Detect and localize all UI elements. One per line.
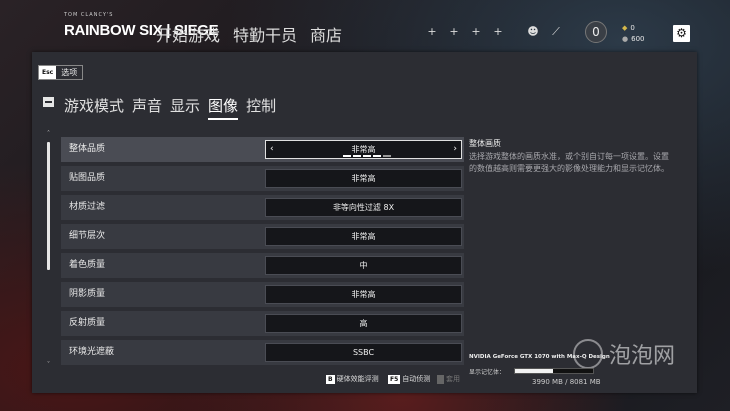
vram-usage-bar: [514, 368, 594, 374]
apply-label: 套用: [446, 375, 460, 383]
logo-subtitle: TOM CLANCY'S: [64, 12, 114, 18]
setting-value[interactable]: 非常高: [265, 169, 462, 188]
options-tabs: 游戏模式 声音 显示 图像 控制: [64, 95, 276, 120]
nav-play[interactable]: 开始游戏: [156, 22, 220, 46]
setting-label: 贴图品质: [69, 173, 106, 183]
renown-counter: ◆ 0: [622, 24, 635, 32]
setting-label: 细节层次: [69, 231, 106, 241]
setting-value[interactable]: SSBC: [265, 343, 462, 362]
back-button[interactable]: Esc 选项: [38, 65, 84, 80]
vram-usage-fill: [515, 369, 554, 373]
tab-graphics[interactable]: 图像: [208, 95, 239, 120]
apply-button[interactable]: _ 套用: [437, 374, 460, 384]
setting-label: 整体品质: [69, 144, 106, 154]
watermark-text: 泡泡网: [609, 344, 676, 369]
squad-slot-4[interactable]: +: [490, 24, 506, 40]
menu-icon: [43, 97, 54, 107]
description-text: 选择游戏整体的画质水准，或个别自订每一项设置。设置的数值越高则需要更强大的影像处…: [469, 152, 669, 173]
description-title: 整体画质: [469, 139, 501, 148]
nav-operators[interactable]: 特勤干员: [233, 22, 297, 46]
quality-level-indicator: [343, 155, 391, 157]
squad-slot-3[interactable]: +: [468, 24, 484, 40]
credits-icon: ●: [622, 35, 629, 43]
setting-label: 材质过滤: [69, 202, 106, 212]
setting-value[interactable]: 非等向性过滤 8X: [265, 198, 462, 217]
renown-value: 0: [630, 24, 635, 32]
squad-slot-1[interactable]: +: [424, 24, 440, 40]
key-f5: F5: [388, 374, 401, 384]
setting-ambient-occlusion[interactable]: 环境光遮蔽 SSBC: [61, 340, 464, 365]
back-label: 选项: [61, 68, 78, 77]
tab-gameplay[interactable]: 游戏模式: [64, 95, 124, 120]
chevron-left-icon[interactable]: ‹: [270, 141, 274, 158]
setting-shadow-quality[interactable]: 阴影质量 非常高: [61, 282, 464, 307]
setting-value[interactable]: 中: [265, 256, 462, 275]
tab-controls[interactable]: 控制: [246, 95, 276, 120]
gpu-name: NVIDIA GeForce GTX 1070 with Max-Q Desig…: [469, 354, 610, 360]
vram-usage-text: 3990 MB / 8081 MB: [532, 378, 601, 386]
credits-counter: ● 600: [622, 35, 644, 43]
apply-key-icon: _: [437, 374, 444, 384]
setting-value[interactable]: 非常高: [265, 227, 462, 246]
esc-key: Esc: [39, 66, 57, 79]
settings-gear-icon[interactable]: ⚙: [673, 25, 690, 42]
setting-label: 着色质量: [69, 260, 106, 270]
nav-store[interactable]: 商店: [310, 22, 342, 46]
key-b: B: [326, 374, 335, 384]
renown-icon: ◆: [622, 24, 628, 32]
scroll-thumb[interactable]: [47, 142, 50, 270]
setting-value[interactable]: 高: [265, 314, 462, 333]
setting-shading-quality[interactable]: 着色质量 中: [61, 253, 464, 278]
setting-texture-quality[interactable]: 贴图品质 非常高: [61, 166, 464, 191]
setting-lod[interactable]: 细节层次 非常高: [61, 224, 464, 249]
vram-label: 显示记忆体：: [469, 369, 506, 376]
benchmark-label: 硬体效能评测: [336, 375, 379, 383]
squad-slot-2[interactable]: +: [446, 24, 462, 40]
tab-audio[interactable]: 声音: [132, 95, 162, 120]
setting-label: 反射质量: [69, 318, 106, 328]
setting-value: 非常高: [351, 145, 376, 154]
friends-icon[interactable]: ☻: [525, 24, 541, 40]
tab-display[interactable]: 显示: [170, 95, 200, 120]
scrollbar[interactable]: ˆ ˇ: [46, 130, 51, 369]
scroll-down-icon[interactable]: ˇ: [44, 361, 53, 369]
setting-value[interactable]: 非常高: [265, 285, 462, 304]
setting-reflection-quality[interactable]: 反射质量 高: [61, 311, 464, 336]
setting-label: 环境光遮蔽: [69, 347, 115, 357]
setting-texture-filtering[interactable]: 材质过滤 非等向性过滤 8X: [61, 195, 464, 220]
scroll-up-icon[interactable]: ˆ: [44, 130, 53, 138]
benchmark-button[interactable]: B 硬体效能评测: [326, 374, 379, 384]
setting-overall-quality[interactable]: 整体品质 ‹ 非常高 ›: [61, 137, 464, 162]
level-badge[interactable]: 0: [585, 21, 607, 43]
top-navigation: TOM CLANCY'S RAINBOW SIX | SIEGE 开始游戏 特勤…: [0, 0, 730, 50]
auto-detect-button[interactable]: F5 自动侦测: [388, 374, 430, 384]
setting-selector[interactable]: ‹ 非常高 ›: [265, 140, 462, 159]
setting-label: 阴影质量: [69, 289, 106, 299]
auto-detect-label: 自动侦测: [402, 375, 431, 383]
slash-icon: ⟋: [552, 25, 560, 38]
credits-value: 600: [631, 35, 645, 43]
chevron-right-icon[interactable]: ›: [453, 141, 457, 158]
